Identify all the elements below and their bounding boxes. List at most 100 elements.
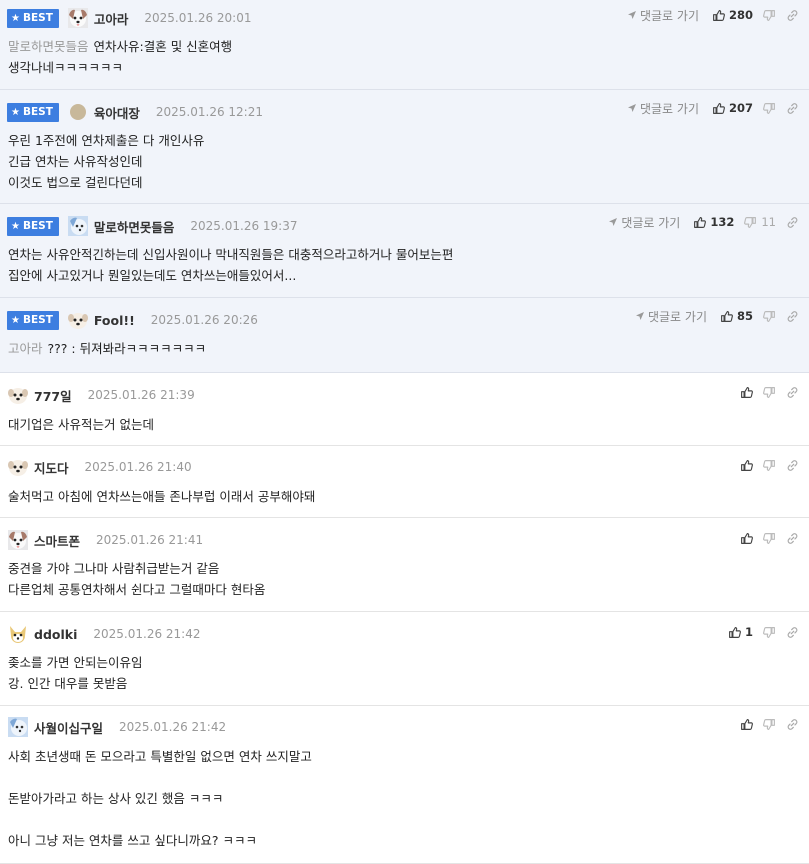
go-to-reply-label: 댓글로 가기: [621, 215, 681, 230]
upvote-button[interactable]: 1: [728, 625, 753, 639]
comment-line: 술처먹고 아침에 연차쓰는애들 존나부럽 이래서 공부해야돼: [8, 486, 315, 507]
comment-actions: 댓글로 가기 280: [627, 0, 799, 30]
quoted-author[interactable]: 말로하면못들음: [8, 39, 89, 54]
comment-actions: 댓글로 가기 132 11: [608, 207, 799, 237]
comment-date: 2025.01.26 21:42: [119, 720, 227, 734]
comment-line: 이것도 법으로 걸린다던데: [8, 172, 204, 193]
author-nickname[interactable]: Fool!!: [94, 313, 135, 328]
avatar[interactable]: [67, 101, 89, 123]
share-link-button[interactable]: [786, 459, 799, 472]
upvote-button[interactable]: [740, 386, 753, 399]
comment-header: ★ BEST Fool!! 2025.01.26 20:26: [7, 301, 258, 339]
comment-date: 2025.01.26 21:42: [93, 627, 201, 641]
link-icon: [786, 386, 799, 399]
thumbs-down-icon: [763, 626, 776, 639]
downvote-button[interactable]: [763, 626, 776, 639]
thumbs-up-icon: [712, 102, 725, 115]
navigate-arrow-icon: [627, 103, 637, 113]
upvote-button[interactable]: 207: [712, 101, 753, 115]
thumbs-down-icon: [763, 386, 776, 399]
comment-body: 말로하면못들음 연차사유:결혼 및 신혼여행 생각나네ㅋㅋㅋㅋㅋㅋ: [8, 36, 232, 78]
comment-text: 연차사유:결혼 및 신혼여행: [93, 39, 233, 54]
share-link-button[interactable]: [786, 9, 799, 22]
downvote-button[interactable]: 11: [744, 215, 776, 229]
avatar[interactable]: [7, 456, 29, 478]
quoted-author[interactable]: 고아라: [8, 341, 43, 356]
comment-body: 중견을 가야 그나마 사람취급받는거 같음 다른업체 공통연차해서 쉰다고 그럴때…: [8, 558, 265, 600]
share-link-button[interactable]: [786, 102, 799, 115]
downvote-button[interactable]: [763, 718, 776, 731]
share-link-button[interactable]: [786, 718, 799, 731]
author-nickname[interactable]: 사월이십구일: [34, 718, 103, 737]
comment-date: 2025.01.26 21:39: [87, 388, 195, 402]
comment-date: 2025.01.26 19:37: [190, 219, 298, 233]
comment-header: 지도다 2025.01.26 21:40: [7, 448, 192, 486]
best-comment: ★ BEST 말로하면못들음 2025.01.26 19:37 댓글로 가기 132 11 연…: [0, 204, 809, 298]
comment-line: 다른업체 공통연차해서 쉰다고 그럴때마다 현타옴: [8, 579, 265, 600]
share-link-button[interactable]: [786, 626, 799, 639]
downvote-button[interactable]: [763, 532, 776, 545]
avatar[interactable]: [7, 384, 29, 406]
best-badge-label: BEST: [22, 314, 53, 326]
share-link-button[interactable]: [786, 532, 799, 545]
go-to-reply-link[interactable]: 댓글로 가기: [608, 214, 680, 231]
comment-text: 긴급 연차는 사유작성인데: [8, 154, 143, 169]
author-nickname[interactable]: 777일: [34, 386, 72, 405]
author-nickname[interactable]: ddolki: [34, 627, 77, 642]
downvote-button[interactable]: [763, 459, 776, 472]
avatar[interactable]: [7, 623, 29, 645]
link-icon: [786, 626, 799, 639]
best-comment: ★ BEST 육아대장 2025.01.26 12:21 댓글로 가기 207 우린 1주전…: [0, 90, 809, 204]
comment: ddolki 2025.01.26 21:42 1 좆소를 가면 안되는이유임 강. 인…: [0, 612, 809, 706]
avatar[interactable]: [67, 7, 89, 29]
comment-text: 우린 1주전에 연차제출은 다 개인사유: [8, 133, 205, 148]
upvote-button[interactable]: [740, 459, 753, 472]
downvote-button[interactable]: [763, 310, 776, 323]
go-to-reply-link[interactable]: 댓글로 가기: [627, 100, 699, 117]
upvote-count: 132: [710, 215, 735, 229]
author-nickname[interactable]: 지도다: [34, 458, 69, 477]
best-badge: ★ BEST: [7, 8, 59, 28]
comment-text: 아니 그냥 저는 연차를 쓰고 싶다니까요? ㅋㅋㅋ: [8, 833, 257, 848]
go-to-reply-link[interactable]: 댓글로 가기: [635, 308, 707, 325]
upvote-button[interactable]: [740, 532, 753, 545]
downvote-button[interactable]: [763, 9, 776, 22]
comment-header: 777일 2025.01.26 21:39: [7, 376, 195, 414]
share-link-button[interactable]: [786, 216, 799, 229]
comment-line: 말로하면못들음 연차사유:결혼 및 신혼여행: [8, 36, 232, 57]
author-nickname[interactable]: 고아라: [94, 9, 129, 28]
upvote-button[interactable]: [740, 718, 753, 731]
share-link-button[interactable]: [786, 310, 799, 323]
downvote-button[interactable]: [763, 386, 776, 399]
upvote-button[interactable]: 280: [712, 8, 753, 22]
comment-line: 아니 그냥 저는 연차를 쓰고 싶다니까요? ㅋㅋㅋ: [8, 830, 312, 851]
go-to-reply-link[interactable]: 댓글로 가기: [627, 7, 699, 24]
comment-body: 사회 초년생때 돈 모으라고 특별한일 없으면 연차 쓰지말고 돈받아가라고 하는…: [8, 746, 312, 851]
avatar[interactable]: [67, 309, 89, 331]
downvote-button[interactable]: [763, 102, 776, 115]
comment-actions: [740, 377, 799, 407]
best-comment: ★ BEST Fool!! 2025.01.26 20:26 댓글로 가기 85 고아라??…: [0, 298, 809, 373]
avatar[interactable]: [67, 215, 89, 237]
best-badge-label: BEST: [22, 106, 53, 118]
link-icon: [786, 459, 799, 472]
comment-header: ★ BEST 고아라 2025.01.26 20:01: [7, 0, 252, 37]
link-icon: [786, 216, 799, 229]
comment-body: 고아라 ??? : 뒤져봐라ㅋㅋㅋㅋㅋㅋㅋ: [8, 338, 206, 359]
avatar[interactable]: [7, 529, 29, 551]
thumbs-up-icon: [740, 459, 753, 472]
comment-body: 술처먹고 아침에 연차쓰는애들 존나부럽 이래서 공부해야돼: [8, 486, 315, 507]
comment-text: 사회 초년생때 돈 모으라고 특별한일 없으면 연차 쓰지말고: [8, 749, 312, 764]
upvote-button[interactable]: 132: [693, 215, 734, 229]
upvote-button[interactable]: 85: [720, 309, 753, 323]
comment-text: 강. 인간 대우를 못받음: [8, 676, 128, 691]
go-to-reply-label: 댓글로 가기: [647, 309, 707, 324]
thumbs-down-icon: [744, 216, 757, 229]
share-link-button[interactable]: [786, 386, 799, 399]
author-nickname[interactable]: 말로하면못들음: [94, 217, 175, 236]
author-nickname[interactable]: 스마트폰: [34, 531, 80, 550]
avatar[interactable]: [7, 716, 29, 738]
best-badge: ★ BEST: [7, 216, 59, 236]
go-to-reply-label: 댓글로 가기: [639, 101, 699, 116]
author-nickname[interactable]: 육아대장: [94, 103, 140, 122]
